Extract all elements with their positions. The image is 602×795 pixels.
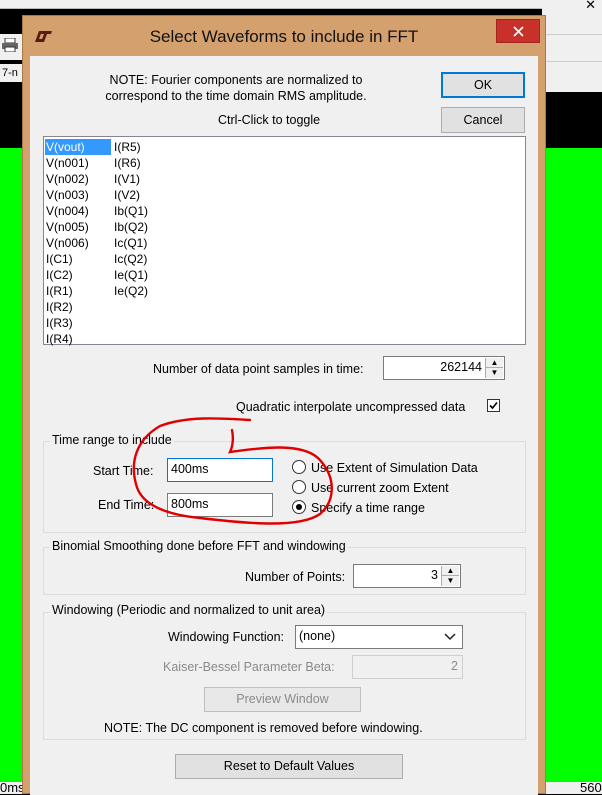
- list-item[interactable]: Ie(Q1): [113, 267, 179, 283]
- binomial-title: Binomial Smoothing done before FFT and w…: [50, 539, 348, 553]
- end-time-input[interactable]: 800ms: [167, 493, 273, 517]
- fft-waveform-dialog: Select Waveforms to include in FFT NOTE:…: [22, 15, 546, 795]
- list-item[interactable]: I(R4): [45, 331, 111, 347]
- points-value: 3: [431, 568, 438, 582]
- spin-down-icon[interactable]: ▼: [486, 368, 503, 378]
- checkmark-icon: [489, 401, 498, 410]
- background-tab-strip: [542, 64, 602, 82]
- list-item[interactable]: Ic(Q2): [113, 251, 179, 267]
- print-icon[interactable]: [2, 38, 18, 52]
- samples-spinner[interactable]: 262144 ▲ ▼: [383, 356, 505, 380]
- background-right-panel: ✕: [542, 0, 602, 92]
- windowing-function-label: Windowing Function:: [168, 630, 285, 644]
- list-item[interactable]: I(R6): [113, 155, 179, 171]
- kaiser-label: Kaiser-Bessel Parameter Beta:: [163, 660, 335, 674]
- spin-up-icon[interactable]: ▲: [442, 566, 459, 576]
- time-range-group: [43, 441, 526, 533]
- list-item[interactable]: I(R3): [45, 315, 111, 331]
- list-item[interactable]: V(n001): [45, 155, 111, 171]
- cancel-button[interactable]: Cancel: [441, 107, 525, 133]
- windowing-title: Windowing (Periodic and normalized to un…: [50, 603, 328, 617]
- list-item[interactable]: V(n006): [45, 235, 111, 251]
- note-line: correspond to the time domain RMS amplit…: [105, 89, 367, 103]
- background-app-topbar: [0, 0, 602, 9]
- samples-value: 262144: [440, 360, 482, 374]
- chevron-down-icon: [444, 633, 456, 641]
- ctrl-click-hint: Ctrl-Click to toggle: [218, 113, 321, 127]
- list-item[interactable]: V(vout): [45, 139, 111, 155]
- dialog-titlebar[interactable]: Select Waveforms to include in FFT: [23, 16, 545, 56]
- windowing-function-value: (none): [299, 629, 336, 643]
- windowing-function-select[interactable]: (none): [295, 625, 463, 649]
- dialog-client-area: NOTE: Fourier components are normalized …: [30, 56, 538, 795]
- list-item[interactable]: Ic(Q1): [113, 235, 179, 251]
- radio-zoom-label[interactable]: Use current zoom Extent: [311, 481, 449, 495]
- time-range-title: Time range to include: [50, 433, 174, 447]
- waveform-column-2: I(R5) I(R6) I(V1) I(V2) Ib(Q1) Ib(Q2) Ic…: [113, 139, 179, 299]
- list-item[interactable]: Ib(Q1): [113, 203, 179, 219]
- x-tick-label: 560: [580, 780, 602, 795]
- list-item[interactable]: Ib(Q2): [113, 219, 179, 235]
- list-item[interactable]: Ie(Q2): [113, 283, 179, 299]
- close-icon: [513, 26, 524, 37]
- list-item[interactable]: I(V2): [113, 187, 179, 203]
- spin-down-icon[interactable]: ▼: [442, 576, 459, 586]
- list-item[interactable]: I(V1): [113, 171, 179, 187]
- background-toolbar-right: [542, 34, 602, 62]
- points-spinner-arrows[interactable]: ▲ ▼: [441, 566, 459, 586]
- ok-button[interactable]: OK: [441, 72, 525, 98]
- list-item[interactable]: I(R5): [113, 139, 179, 155]
- dc-note: NOTE: The DC component is removed before…: [104, 721, 423, 735]
- list-item[interactable]: V(n005): [45, 219, 111, 235]
- quadratic-checkbox[interactable]: [487, 399, 500, 412]
- points-label: Number of Points:: [245, 570, 346, 584]
- note-line: NOTE: Fourier components are normalized …: [109, 73, 363, 87]
- list-item[interactable]: I(R2): [45, 299, 111, 315]
- radio-specify[interactable]: [292, 500, 306, 514]
- normalization-note: NOTE: Fourier components are normalized …: [86, 72, 386, 104]
- waveform-listbox[interactable]: V(vout) V(n001) V(n002) V(n003) V(n004) …: [43, 136, 526, 347]
- quadratic-label: Quadratic interpolate uncompressed data: [236, 400, 466, 414]
- radio-zoom[interactable]: [292, 480, 306, 494]
- preview-window-button[interactable]: Preview Window: [204, 687, 361, 712]
- radio-extent-label[interactable]: Use Extent of Simulation Data: [311, 461, 478, 475]
- waveform-column-1: V(vout) V(n001) V(n002) V(n003) V(n004) …: [45, 139, 111, 347]
- kaiser-input[interactable]: 2: [352, 655, 463, 679]
- samples-label: Number of data point samples in time:: [153, 362, 364, 376]
- x-tick-label: 0ms: [0, 780, 25, 795]
- samples-spinner-arrows[interactable]: ▲ ▼: [485, 358, 503, 378]
- start-time-input[interactable]: 400ms: [167, 458, 273, 482]
- dialog-close-button[interactable]: [496, 19, 540, 43]
- dialog-title: Select Waveforms to include in FFT: [149, 27, 419, 46]
- list-item[interactable]: I(R1): [45, 283, 111, 299]
- radio-specify-label[interactable]: Specify a time range: [311, 501, 425, 515]
- points-spinner[interactable]: 3 ▲ ▼: [353, 564, 461, 588]
- list-item[interactable]: V(n004): [45, 203, 111, 219]
- list-item[interactable]: I(C2): [45, 267, 111, 283]
- radio-selected-dot: [296, 504, 302, 510]
- list-item[interactable]: I(C1): [45, 251, 111, 267]
- plot-waveform-right: [542, 148, 602, 783]
- end-time-label: End Time:: [98, 498, 155, 512]
- background-close-icon[interactable]: ✕: [585, 0, 596, 11]
- list-item[interactable]: V(n003): [45, 187, 111, 203]
- spin-up-icon[interactable]: ▲: [486, 358, 503, 368]
- start-time-label: Start Time:: [93, 464, 154, 478]
- list-item[interactable]: V(n002): [45, 171, 111, 187]
- reset-defaults-button[interactable]: Reset to Default Values: [175, 754, 403, 779]
- radio-extent[interactable]: [292, 460, 306, 474]
